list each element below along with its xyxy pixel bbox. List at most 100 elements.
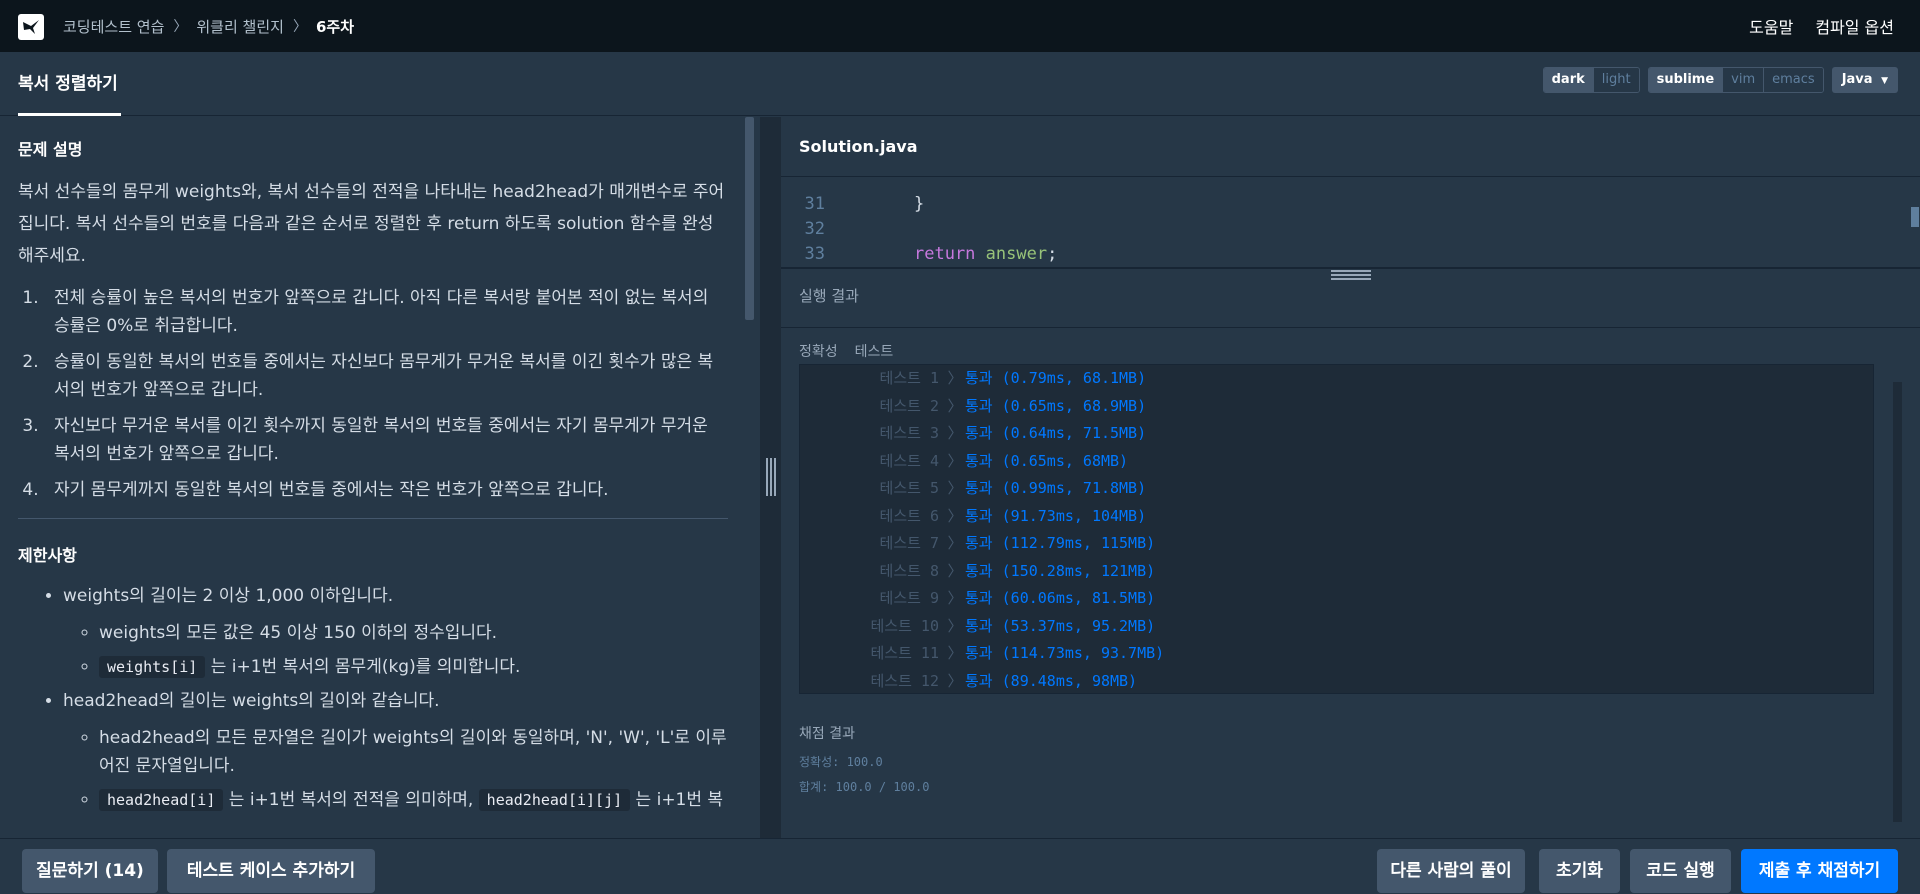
inline-code: head2head[i] (99, 789, 224, 811)
run-code-button[interactable]: 코드 실행 (1630, 849, 1731, 893)
test-result: 통과 (0.65ms, 68.9MB) (965, 396, 1147, 415)
tab-test[interactable]: 테스트 (855, 341, 894, 361)
submit-button[interactable]: 제출 후 채점하기 (1741, 849, 1898, 893)
programmers-logo-icon[interactable] (18, 14, 44, 40)
test-result-row: 테스트 2 〉 통과 (0.65ms, 68.9MB) (800, 393, 1873, 421)
code-text: } (914, 194, 925, 214)
theme-toggle: dark light (1542, 67, 1640, 93)
test-name: 테스트 5 (879, 479, 939, 497)
code-punct: ; (1047, 244, 1058, 264)
test-result: 통과 (112.79ms, 115MB) (965, 534, 1156, 552)
test-result: 통과 (60.06ms, 81.5MB) (965, 589, 1156, 607)
reset-button[interactable]: 초기화 (1539, 849, 1620, 893)
problem-title-tab[interactable]: 복서 정렬하기 (18, 52, 120, 116)
test-results-table: 테스트 1 〉 통과 (0.79ms, 68.1MB) 테스트 2 〉 통과 (0.65m… (799, 364, 1874, 694)
keymap-vim-button[interactable]: vim (1722, 68, 1764, 92)
results-scrollbar[interactable] (1893, 382, 1902, 822)
chevron-right-icon: 〉 (947, 396, 963, 415)
limits-list: weights의 길이는 2 이상 1,000 이하입니다. weights의 … (63, 582, 728, 814)
file-name-tab[interactable]: Solution.java (799, 117, 918, 177)
problem-description-panel: 문제 설명 복서 선수들의 몸무게 weights와, 복서 선수들의 전적을 … (0, 117, 760, 838)
chevron-right-icon: 〉 (947, 616, 963, 635)
sort-rules-list: 전체 승률이 높은 복서의 번호가 앞쪽으로 갑니다. 아직 다른 복서랑 붙어… (44, 284, 728, 504)
drag-handle-icon[interactable] (766, 458, 776, 496)
line-number: 33 (804, 244, 825, 264)
compile-options-link[interactable]: 컴파일 옵션 (1815, 14, 1894, 38)
chevron-right-icon: 〉 (292, 19, 307, 35)
test-result: 통과 (114.73ms, 93.7MB) (965, 644, 1165, 662)
keymap-emacs-button[interactable]: emacs (1763, 68, 1823, 92)
code-line: 31} (781, 192, 925, 217)
others-solutions-button[interactable]: 다른 사람의 풀이 (1377, 849, 1525, 893)
language-label: Java (1841, 72, 1873, 87)
test-result-row: 테스트 1 〉 통과 (0.79ms, 68.1MB) (800, 365, 1873, 393)
test-name: 테스트 4 (879, 451, 939, 470)
total-score: 합계: 100.0 / 100.0 (799, 780, 930, 794)
test-result-row: 테스트 10 〉 통과 (53.37ms, 95.2MB) (800, 613, 1873, 641)
description-scrollbar[interactable] (745, 117, 754, 320)
test-result-row: 테스트 7 〉 통과 (112.79ms, 115MB) (800, 530, 1873, 558)
test-result: 통과 (89.48ms, 98MB) (965, 671, 1138, 690)
limit-text: head2head의 길이는 weights의 길이와 같습니다. (63, 691, 440, 711)
inline-code: head2head[i][j] (478, 789, 631, 811)
limit-text: 는 i+1번 복서의 몸무게(kg)를 의미합니다. (210, 657, 521, 677)
theme-dark-button[interactable]: dark (1543, 68, 1593, 92)
code-line: 32 (781, 217, 865, 242)
breadcrumb-item-weekly-challenge[interactable]: 위클리 챌린지 (196, 16, 284, 37)
test-name: 테스트 8 (879, 561, 939, 580)
test-result-row: 테스트 4 〉 통과 (0.65ms, 68MB) (800, 448, 1873, 476)
limit-text: weights의 길이는 2 이상 1,000 이하입니다. (63, 586, 394, 606)
description-text: 복서 선수들의 몸무게 weights와, 복서 선수들의 전적을 나타내는 h… (18, 182, 725, 266)
add-test-case-button[interactable]: 테스트 케이스 추가하기 (167, 849, 375, 893)
breadcrumb-item-current: 6주차 (315, 17, 354, 36)
keymap-toggle: sublime vim emacs (1647, 67, 1824, 93)
list-item: head2head[i] 는 i+1번 복서의 전적을 의미하며, head2h… (99, 786, 728, 814)
active-tab-indicator (18, 113, 121, 116)
chevron-right-icon: 〉 (947, 369, 963, 387)
top-actions: 도움말 컴파일 옵션 (1749, 0, 1894, 52)
help-link[interactable]: 도움말 (1749, 14, 1793, 38)
inline-code: weights[i] (99, 656, 206, 678)
editor-settings: dark light sublime vim emacs Java ▼ (1542, 67, 1898, 93)
code-variable: answer (985, 244, 1048, 264)
test-result-row: 테스트 12 〉 통과 (89.48ms, 98MB) (800, 668, 1873, 696)
test-name: 테스트 1 (879, 369, 939, 387)
chevron-right-icon: 〉 (947, 561, 963, 580)
code-editor[interactable]: ‾ ‾ ‾ ‾ 31} 32 33 return answer; (781, 177, 1920, 267)
editor-results-splitter[interactable] (781, 267, 1920, 269)
drag-handle-icon[interactable] (1331, 270, 1371, 282)
test-result: 통과 (0.64ms, 71.5MB) (965, 424, 1147, 442)
test-result-row: 테스트 6 〉 통과 (91.73ms, 104MB) (800, 503, 1873, 531)
theme-light-button[interactable]: light (1592, 68, 1639, 92)
test-result-row: 테스트 5 〉 통과 (0.99ms, 71.8MB) (800, 475, 1873, 503)
list-item: weights의 모든 값은 45 이상 150 이하의 정수입니다. (99, 619, 728, 647)
chevron-right-icon: 〉 (947, 506, 963, 525)
test-name: 테스트 6 (879, 506, 939, 525)
tab-accuracy[interactable]: 정확성 (799, 341, 838, 361)
code-line: 33 return answer; (781, 242, 1058, 267)
grading-heading: 채점 결과 (799, 726, 855, 742)
editor-scrollbar[interactable] (1911, 207, 1919, 227)
test-result: 통과 (53.37ms, 95.2MB) (965, 616, 1156, 635)
chevron-right-icon: 〉 (947, 534, 963, 552)
problem-tab-bar: 복서 정렬하기 dark light sublime vim emacs Jav… (0, 52, 1920, 116)
breadcrumb-item-coding-test[interactable]: 코딩테스트 연습 (63, 16, 164, 37)
editor-panel: Solution.java ‾ ‾ ‾ ‾ 31} 32 33 return an… (781, 117, 1920, 838)
keymap-sublime-button[interactable]: sublime (1648, 68, 1723, 92)
chevron-right-icon: 〉 (947, 479, 963, 497)
list-item: 자신보다 무거운 복서를 이긴 횟수까지 동일한 복서의 번호들 중에서는 자기… (44, 412, 728, 468)
test-result-row: 테스트 8 〉 통과 (150.28ms, 121MB) (800, 558, 1873, 586)
ask-question-button[interactable]: 질문하기 (14) (22, 849, 158, 893)
test-name: 테스트 9 (879, 589, 939, 607)
language-select[interactable]: Java ▼ (1831, 67, 1898, 93)
bottom-action-bar: 질문하기 (14) 테스트 케이스 추가하기 다른 사람의 풀이 초기화 코드 … (0, 838, 1920, 894)
limit-text: 는 i+1번 복서의 전적을 의미하며, (228, 790, 474, 810)
test-result: 통과 (0.65ms, 68MB) (965, 451, 1129, 470)
description-heading: 문제 설명 (18, 140, 83, 159)
results-heading: 실행 결과 (799, 287, 859, 305)
list-item: 자기 몸무게까지 동일한 복서의 번호들 중에서는 작은 번호가 앞쪽으로 갑니… (44, 476, 728, 504)
list-item: head2head의 모든 문자열은 길이가 weights의 길이와 동일하며… (99, 724, 728, 780)
test-result: 통과 (0.99ms, 71.8MB) (965, 479, 1147, 497)
test-result: 통과 (0.79ms, 68.1MB) (965, 369, 1147, 387)
test-result-row: 테스트 11 〉 통과 (114.73ms, 93.7MB) (800, 640, 1873, 668)
